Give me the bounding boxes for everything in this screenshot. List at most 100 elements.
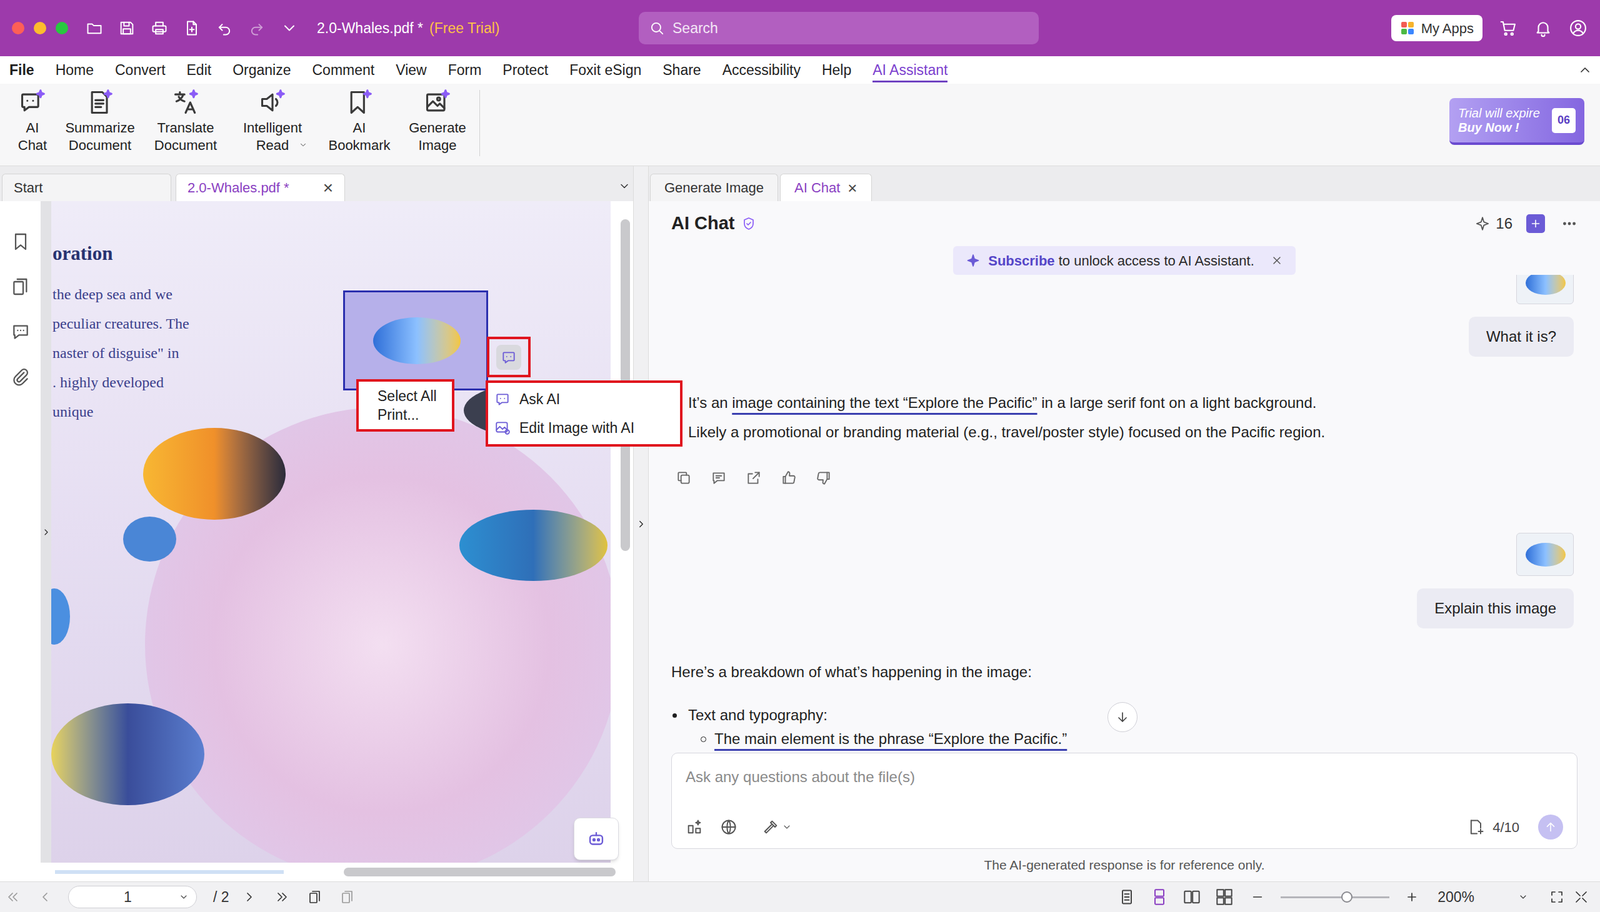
attached-image[interactable] [1516, 533, 1574, 577]
first-page-icon[interactable] [5, 890, 20, 905]
ai-menu-item[interactable]: Ask AI [488, 385, 680, 414]
view-mode-button[interactable] [1118, 888, 1136, 907]
zoom-out-icon[interactable] [1250, 890, 1265, 905]
subscribe-link[interactable]: Subscribe [988, 253, 1055, 269]
cart-icon[interactable] [1498, 18, 1518, 38]
panel-tab[interactable]: Generate Image [650, 173, 779, 202]
menu-item[interactable]: Protect [502, 57, 549, 84]
ribbon-button[interactable]: SummarizeDocument [62, 83, 138, 155]
zoom-thumb[interactable] [1341, 891, 1353, 904]
document-tab[interactable]: Start [1, 173, 172, 202]
menu-item[interactable]: Form [448, 57, 482, 84]
sidebar-toggle[interactable] [40, 201, 52, 864]
next-page-icon[interactable] [241, 890, 257, 905]
add-note-icon[interactable] [710, 470, 727, 487]
bookmark-icon[interactable] [10, 231, 31, 252]
extract-pages-icon[interactable] [340, 890, 355, 905]
web-search-icon[interactable] [720, 818, 738, 837]
add-file-icon[interactable] [1467, 818, 1485, 837]
export-icon[interactable] [745, 470, 762, 487]
view-mode-button[interactable] [1215, 888, 1234, 907]
scroll-down-button[interactable] [1107, 702, 1138, 733]
more-icon[interactable] [1561, 215, 1578, 232]
new-document-icon[interactable] [183, 19, 201, 37]
thumbs-down-icon[interactable] [815, 470, 832, 487]
vertical-scrollbar[interactable] [610, 201, 634, 864]
page-number[interactable]: 1 [123, 886, 132, 909]
ribbon-button[interactable]: TranslateDocument [148, 83, 224, 155]
tools-dropdown-icon[interactable] [781, 822, 792, 833]
tab-list-icon[interactable] [618, 180, 631, 193]
attachment-icon[interactable] [10, 366, 31, 387]
print-icon[interactable] [150, 19, 169, 37]
dropdown-marker[interactable] [298, 140, 308, 150]
menu-item[interactable]: Foxit eSign [569, 57, 642, 84]
previous-page-icon[interactable] [37, 890, 53, 905]
bell-icon[interactable] [1533, 18, 1553, 38]
menu-item[interactable]: Comment [312, 57, 375, 84]
minimize-button[interactable] [33, 21, 47, 35]
comments-icon[interactable] [10, 321, 31, 342]
zoom-dropdown-icon[interactable] [1518, 892, 1529, 903]
menu-item[interactable]: Share [662, 57, 701, 84]
zoom-slider[interactable] [1280, 891, 1390, 904]
fit-page-icon[interactable] [1549, 890, 1565, 905]
my-apps-button[interactable]: My Apps [1391, 15, 1483, 42]
menu-item[interactable]: File [9, 57, 35, 84]
ribbon-button[interactable]: AIChat [6, 83, 59, 155]
menu-item[interactable]: Edit [186, 57, 212, 84]
rotate-pages-icon[interactable] [307, 890, 323, 905]
chat-input[interactable]: 4/10 [671, 753, 1578, 850]
context-menu-item[interactable]: Print... [377, 405, 452, 425]
floating-ai-button[interactable] [573, 818, 619, 861]
tab-close[interactable]: × [323, 179, 334, 197]
open-folder-icon[interactable] [85, 19, 104, 37]
question-input[interactable] [685, 766, 1564, 789]
send-button[interactable] [1538, 815, 1564, 840]
menu-item[interactable]: Help [821, 57, 852, 84]
ribbon-button[interactable]: IntelligentRead [235, 83, 310, 155]
trial-banner[interactable]: Trial will expireBuy Now !06 [1449, 98, 1585, 145]
menu-item[interactable]: Convert [115, 57, 166, 84]
thumbs-up-icon[interactable] [780, 470, 797, 487]
panel-splitter[interactable] [633, 166, 649, 882]
ribbon-button[interactable]: AIBookmark [321, 83, 397, 155]
horizontal-scrollbar[interactable] [0, 863, 634, 882]
ai-quick-button[interactable] [496, 345, 522, 370]
tab-close[interactable]: × [847, 180, 857, 197]
attached-image[interactable] [1516, 275, 1574, 305]
menu-item[interactable]: AI Assistant [872, 57, 948, 84]
selected-image[interactable] [343, 290, 489, 391]
view-mode-button[interactable] [1183, 888, 1201, 907]
ribbon-button[interactable]: GenerateImage [400, 83, 475, 155]
collapse-ribbon-icon[interactable] [1577, 62, 1593, 78]
collapse-panel-icon[interactable] [635, 518, 647, 530]
tools-menu[interactable] [761, 818, 792, 837]
full-screen-icon[interactable] [1573, 890, 1589, 905]
zoom-in-icon[interactable] [1404, 890, 1420, 905]
page-input[interactable]: 1 [68, 886, 197, 909]
zoom-button[interactable] [55, 21, 69, 35]
ai-tools-icon[interactable] [685, 818, 704, 837]
save-icon[interactable] [118, 19, 136, 37]
user-icon[interactable] [1568, 18, 1588, 38]
scroll-thumb[interactable] [343, 868, 616, 877]
tools-icon[interactable] [761, 818, 780, 837]
ai-menu-item[interactable]: Edit Image with AI [488, 413, 680, 443]
redo-icon[interactable] [248, 19, 266, 37]
search-box[interactable] [638, 11, 1039, 45]
view-mode-button[interactable] [1150, 888, 1169, 907]
search-input[interactable] [672, 17, 1029, 40]
context-menu-item[interactable]: Select All [377, 386, 452, 406]
close-banner-icon[interactable] [1270, 254, 1284, 267]
panel-tab[interactable]: AI Chat× [780, 173, 872, 202]
expand-icon[interactable] [41, 527, 52, 538]
copy-icon[interactable] [675, 470, 692, 487]
last-page-icon[interactable] [275, 890, 290, 905]
zoom-value[interactable]: 200% [1437, 886, 1475, 909]
menu-item[interactable]: Organize [232, 57, 291, 84]
menu-item[interactable]: Accessibility [722, 57, 801, 84]
new-chat-button[interactable] [1526, 214, 1545, 234]
document-tab[interactable]: 2.0-Whales.pdf *× [175, 173, 345, 202]
dropdown-icon[interactable] [298, 140, 308, 150]
